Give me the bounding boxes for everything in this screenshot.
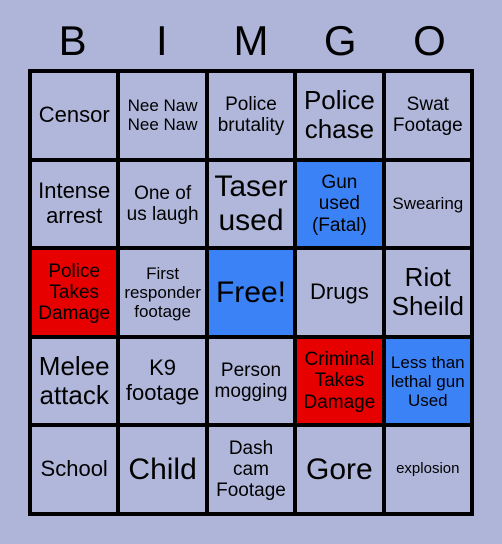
bingo-header-letter-3: G	[323, 17, 357, 64]
bingo-cell[interactable]: Swearing	[385, 161, 470, 247]
bingo-cell[interactable]: Nee Naw Nee Naw	[120, 73, 205, 158]
bingo-cell[interactable]: Intense arrest	[32, 161, 117, 247]
bingo-card: B I M G O Censor Nee Naw Nee Naw Police br…	[0, 0, 502, 544]
bingo-cell[interactable]: Child	[120, 427, 205, 512]
bingo-cell[interactable]: Drugs	[297, 250, 382, 335]
bingo-cell[interactable]: K9 footage	[120, 338, 205, 424]
bingo-header-letter-1: I	[155, 17, 168, 64]
bingo-header-letter-4: O	[413, 17, 446, 64]
bingo-cell[interactable]: Swat Footage	[385, 73, 470, 158]
bingo-cell[interactable]: Police brutality	[208, 73, 294, 158]
bingo-cell[interactable]: Criminal Takes Damage	[297, 338, 382, 424]
bingo-cell[interactable]: Gore	[297, 427, 382, 512]
bingo-header-letter-2: M	[233, 17, 269, 64]
bingo-cell[interactable]: explosion	[385, 427, 470, 512]
bingo-header-row: B I M G O	[28, 14, 474, 68]
bingo-cell[interactable]: First responder footage	[120, 250, 205, 335]
bingo-cell[interactable]: Less than lethal gun Used	[385, 338, 470, 424]
bingo-cell[interactable]: Taser used	[208, 161, 294, 247]
bingo-header-letter-0: B	[58, 17, 87, 64]
bingo-cell[interactable]: Police chase	[297, 73, 382, 158]
bingo-cell[interactable]: One of us laugh	[120, 161, 205, 247]
bingo-cell[interactable]: Police Takes Damage	[32, 250, 117, 335]
bingo-cell[interactable]: Censor	[32, 73, 117, 158]
bingo-cell[interactable]: Gun used (Fatal)	[297, 161, 382, 247]
bingo-cell[interactable]: Person mogging	[208, 338, 294, 424]
bingo-cell[interactable]: Free!	[208, 250, 294, 335]
bingo-cell[interactable]: Riot Sheild	[385, 250, 470, 335]
bingo-cell[interactable]: School	[32, 427, 117, 512]
bingo-cell[interactable]: Melee attack	[32, 338, 117, 424]
bingo-cell[interactable]: Dash cam Footage	[208, 427, 294, 512]
bingo-grid: Censor Nee Naw Nee Naw Police brutality Pol…	[28, 69, 474, 516]
